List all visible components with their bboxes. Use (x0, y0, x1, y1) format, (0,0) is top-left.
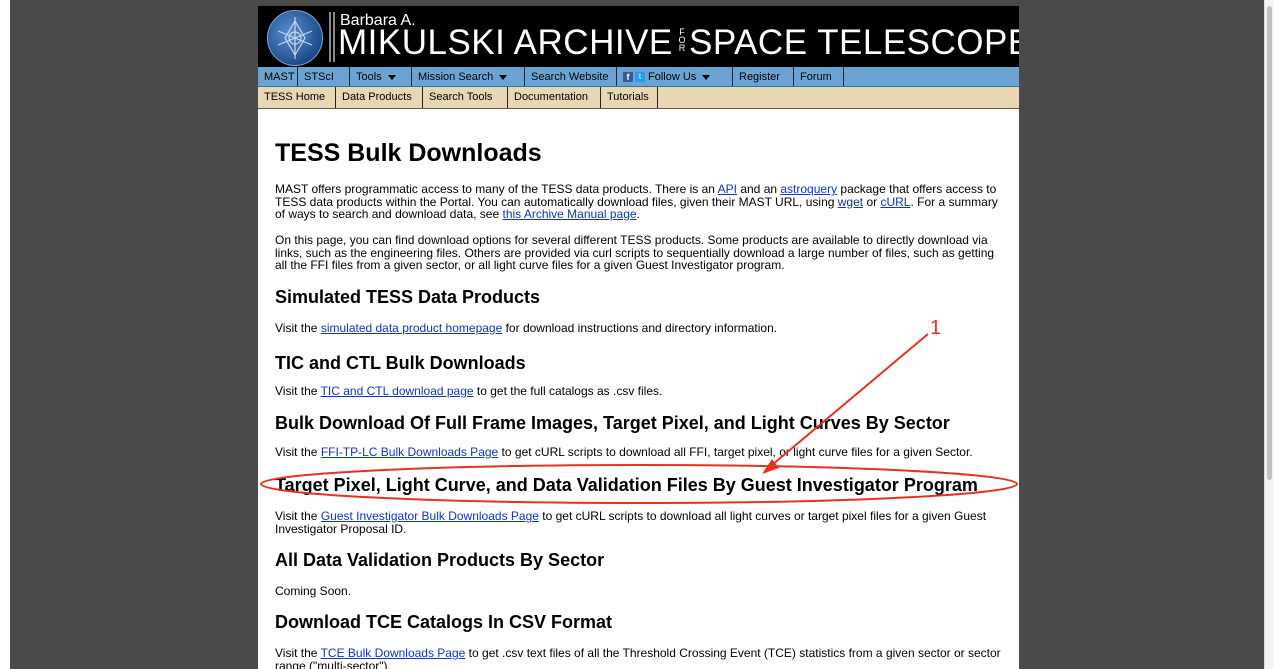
annotation-number: 1 (930, 317, 941, 339)
annotation-arrow (765, 333, 929, 471)
annotation-overlay: 1 (260, 317, 1018, 504)
vertical-scrollbar[interactable] (1264, 0, 1274, 669)
highlight-ellipse (260, 464, 1018, 504)
scrollbar-thumb[interactable] (1267, 6, 1272, 480)
